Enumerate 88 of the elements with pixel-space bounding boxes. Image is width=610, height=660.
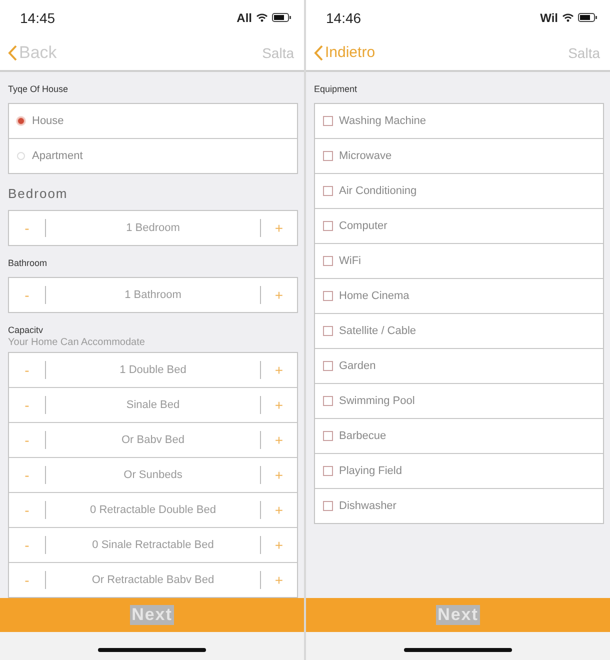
decrement-button[interactable]: - bbox=[9, 218, 45, 238]
skip-button[interactable]: Salta bbox=[568, 44, 600, 60]
increment-button[interactable]: + bbox=[261, 360, 297, 380]
checkbox-option[interactable]: Microwave bbox=[315, 138, 603, 173]
checkbox-option[interactable]: Dishwasher bbox=[315, 488, 603, 523]
carrier-name: All bbox=[236, 10, 252, 24]
option-label: WiFi bbox=[339, 255, 361, 267]
stepper-value: 1 Bedroom bbox=[45, 219, 261, 237]
back-button[interactable]: Indietro bbox=[314, 44, 376, 61]
carrier-name: Wil bbox=[540, 10, 558, 24]
section-label: Bathroom bbox=[8, 258, 48, 268]
checkbox-option[interactable]: Playing Field bbox=[315, 453, 603, 488]
increment-button[interactable]: + bbox=[261, 535, 297, 555]
option-label: Swimming Pool bbox=[339, 395, 415, 407]
checkbox[interactable] bbox=[323, 501, 333, 511]
section-label: Equipment bbox=[314, 84, 358, 94]
increment-button[interactable]: + bbox=[261, 500, 297, 520]
decrement-button[interactable]: - bbox=[9, 570, 45, 590]
section-subtitle: Your Home Can Accommodate bbox=[8, 337, 146, 348]
option-label: Satellite / Cable bbox=[339, 325, 416, 337]
stepper-value: Or Retractable Babv Bed bbox=[45, 571, 261, 589]
option-label: Apartment bbox=[32, 150, 83, 162]
stepper-value: 1 Double Bed bbox=[45, 361, 261, 379]
checkbox-option[interactable]: Satellite / Cable bbox=[315, 313, 603, 348]
checkbox[interactable] bbox=[323, 116, 333, 126]
increment-button[interactable]: + bbox=[261, 430, 297, 450]
section-label: Tyqe Of House bbox=[8, 84, 70, 94]
increment-button[interactable]: + bbox=[261, 465, 297, 485]
checkbox-option[interactable]: Home Cinema bbox=[315, 278, 603, 313]
checkbox[interactable] bbox=[323, 151, 333, 161]
checkbox[interactable] bbox=[323, 291, 333, 301]
skip-button[interactable]: Salta bbox=[262, 44, 294, 60]
stepper-value: Or Babv Bed bbox=[45, 431, 261, 449]
checkbox-option[interactable]: Garden bbox=[315, 348, 603, 383]
battery-icon bbox=[578, 13, 598, 22]
checkbox-option[interactable]: Swimming Pool bbox=[315, 383, 603, 418]
decrement-button[interactable]: - bbox=[9, 465, 45, 485]
radio-option[interactable]: House bbox=[9, 104, 297, 138]
status-time: 14:45 bbox=[20, 10, 56, 26]
checkbox[interactable] bbox=[323, 186, 333, 196]
radio-option[interactable]: Apartment bbox=[9, 138, 297, 173]
decrement-button[interactable]: - bbox=[9, 285, 45, 305]
increment-button[interactable]: + bbox=[261, 218, 297, 238]
option-label: Computer bbox=[339, 220, 388, 232]
checkbox[interactable] bbox=[323, 431, 333, 441]
option-label: Dishwasher bbox=[339, 500, 396, 512]
checkbox-option[interactable]: Computer bbox=[315, 208, 603, 243]
checkbox-option[interactable]: Washing Machine bbox=[315, 104, 603, 138]
option-label: Washing Machine bbox=[339, 115, 426, 127]
checkbox-option[interactable]: WiFi bbox=[315, 243, 603, 278]
decrement-button[interactable]: - bbox=[9, 535, 45, 555]
stepper-value: 0 Retractable Double Bed bbox=[45, 501, 261, 519]
section-label: Capacitv bbox=[8, 325, 44, 335]
checkbox[interactable] bbox=[323, 396, 333, 406]
checkbox-option[interactable]: Air Conditioning bbox=[315, 173, 603, 208]
option-label: Microwave bbox=[339, 150, 392, 162]
status-time: 14:46 bbox=[326, 10, 362, 26]
decrement-button[interactable]: - bbox=[9, 500, 45, 520]
checkbox-option[interactable]: Barbecue bbox=[315, 418, 603, 453]
option-label: Home Cinema bbox=[339, 290, 410, 302]
checkbox[interactable] bbox=[323, 221, 333, 231]
section-label: Bedroom bbox=[8, 186, 69, 201]
wifi-icon bbox=[562, 13, 574, 22]
chevron-left-icon bbox=[8, 44, 17, 60]
option-label: Air Conditioning bbox=[339, 185, 417, 197]
stepper-value: 0 Sinale Retractable Bed bbox=[45, 536, 261, 554]
checkbox[interactable] bbox=[323, 326, 333, 336]
option-label: Playing Field bbox=[339, 465, 402, 477]
option-label: Barbecue bbox=[339, 430, 386, 442]
option-label: Garden bbox=[339, 360, 376, 372]
wifi-icon bbox=[256, 13, 268, 22]
option-label: House bbox=[32, 115, 64, 127]
battery-icon bbox=[272, 13, 292, 22]
decrement-button[interactable]: - bbox=[9, 430, 45, 450]
radio-button[interactable] bbox=[17, 117, 25, 125]
radio-button[interactable] bbox=[17, 152, 25, 160]
checkbox[interactable] bbox=[323, 256, 333, 266]
decrement-button[interactable]: - bbox=[9, 395, 45, 415]
increment-button[interactable]: + bbox=[261, 570, 297, 590]
chevron-left-icon bbox=[314, 44, 323, 60]
stepper-value: Or Sunbeds bbox=[45, 466, 261, 484]
checkbox[interactable] bbox=[323, 466, 333, 476]
checkbox[interactable] bbox=[323, 361, 333, 371]
stepper-value: Sinale Bed bbox=[45, 396, 261, 414]
increment-button[interactable]: + bbox=[261, 285, 297, 305]
decrement-button[interactable]: - bbox=[9, 360, 45, 380]
stepper-value: 1 Bathroom bbox=[45, 286, 261, 304]
increment-button[interactable]: + bbox=[261, 395, 297, 415]
